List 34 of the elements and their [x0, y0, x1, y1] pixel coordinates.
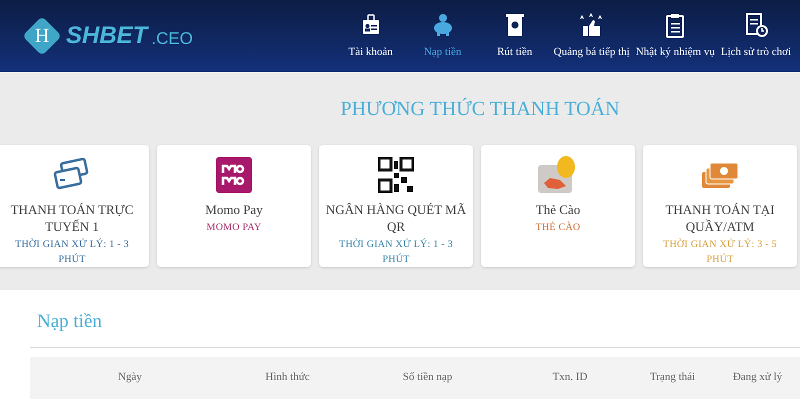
column-header: Ngày: [117, 370, 143, 386]
payment-method-card[interactable]: THANH TOÁN TRỰC TUYẾN 1 THỜI GIAN XỬ LÝ: 1 - 3 PHÚT: [0, 145, 149, 267]
wallet-app-logo-icon: [216, 157, 252, 193]
nav-item[interactable]: Tài khoản: [334, 12, 407, 60]
payment-method-card[interactable]: Momo Pay MOMO PAY: [157, 145, 311, 267]
panel-title: Nạp tiền: [37, 310, 103, 334]
method-name: Thẻ Cào: [536, 201, 580, 218]
nav-item[interactable]: Nhật ký nhiệm vụ: [632, 12, 718, 60]
method-name: THANH TOÁN TẠI QUẦY/ATM: [664, 201, 776, 235]
logo-text: SHBET: [66, 21, 148, 51]
column-header: Hình thức: [264, 370, 311, 386]
method-name: THANH TOÁN TRỰC TUYẾN 1: [10, 201, 134, 235]
payment-method-card[interactable]: NGÂN HÀNG QUÉT MÃ QR THỜI GIAN XỬ LÝ: 1 - 3 PHÚT: [319, 145, 473, 267]
payment-method-card[interactable]: Thẻ Cào THẺ CÀO: [481, 145, 635, 267]
nav-item[interactable]: Rút tiền: [478, 12, 551, 60]
method-name: Momo Pay: [205, 201, 263, 218]
column-header: Số tiền nạp: [402, 370, 454, 386]
qr-code-icon: [378, 157, 414, 193]
processing-time: THỜI GIAN XỬ LÝ: 1 - 3 PHÚT: [14, 237, 130, 267]
nav-item[interactable]: Nạp tiền: [406, 12, 479, 60]
column-header: Đang xử lý: [732, 370, 784, 386]
nav-item[interactable]: Quảng bá tiếp thị: [550, 12, 633, 60]
processing-time: THẺ CÀO: [536, 220, 580, 235]
column-header: Trạng thái: [648, 370, 696, 386]
section-title: PHƯƠNG THỨC THANH TOÁN: [340, 96, 620, 122]
logo-mark: H: [22, 16, 62, 56]
processing-time: THỜI GIAN XỬ LÝ: 1 - 3 PHÚT: [338, 237, 454, 267]
column-header: Txn. ID: [552, 370, 588, 386]
processing-time: THỜI GIAN XỬ LÝ: 3 - 5 PHÚT: [662, 237, 778, 267]
processing-time: MOMO PAY: [206, 221, 262, 235]
logo-suffix: .CEO: [151, 28, 193, 50]
payment-method-card[interactable]: THANH TOÁN TẠI QUẦY/ATM THỜI GIAN XỬ LÝ: 3 - 5 PHÚT: [643, 145, 797, 267]
method-name: NGÂN HÀNG QUÉT MÃ QR: [325, 201, 467, 235]
nav-item[interactable]: Lịch sử trò chơi: [718, 12, 794, 60]
